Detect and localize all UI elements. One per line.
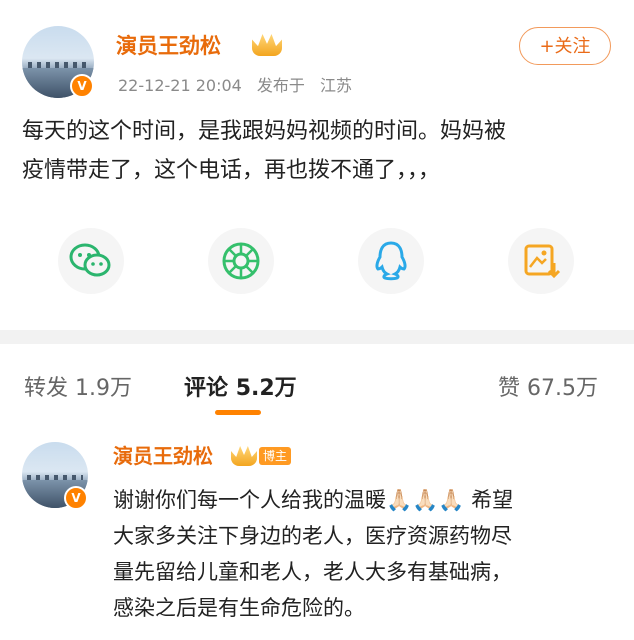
post-location: 江苏: [320, 76, 353, 95]
tab-repost-label: 转发: [24, 376, 69, 401]
comment-text-line: 感染之后是有生命危险的。: [113, 596, 365, 620]
post-text: 每天的这个时间，是我跟妈妈视频的时间。妈妈被 疫情带走了，这个电话，再也拨不通了…: [22, 112, 622, 190]
tab-comment[interactable]: 评论 5.2万: [184, 370, 297, 402]
verified-badge: V: [70, 74, 94, 98]
tab-repost[interactable]: 转发 1.9万: [24, 370, 132, 402]
comment-text: 谢谢你们每一个人给我的温暖🙏🏻🙏🏻🙏🏻 希望 大家多关注下身边的老人，医疗资源药…: [113, 482, 628, 626]
comment-text-line: 谢谢你们每一个人给我的温暖🙏🏻🙏🏻🙏🏻 希望: [113, 488, 514, 512]
follow-button[interactable]: +关注: [519, 27, 611, 65]
tab-comment-count: 5.2万: [235, 376, 297, 401]
verified-badge: V: [64, 486, 88, 510]
share-moments-button[interactable]: [208, 228, 274, 294]
tab-like-label: 赞: [498, 376, 521, 401]
post-text-line: 每天的这个时间，是我跟妈妈视频的时间。妈妈被: [22, 119, 507, 144]
author-name[interactable]: 演员王劲松: [116, 30, 221, 60]
save-image-icon: [524, 244, 561, 279]
share-wechat-button[interactable]: [58, 228, 124, 294]
commenter-name[interactable]: 演员王劲松: [113, 440, 213, 469]
comment-item: V 演员王劲松 博主 谢谢你们每一个人给我的温暖🙏🏻🙏🏻🙏🏻 希望 大家多关注下…: [0, 426, 634, 640]
tab-comment-label: 评论: [184, 376, 229, 401]
post-date: 22-12-21 20:04: [118, 76, 242, 95]
section-divider: [0, 330, 634, 344]
vip-crown-icon: [231, 446, 257, 466]
qq-icon: [375, 241, 407, 281]
weibo-post: V 演员王劲松 22-12-21 20:04 发布于 江苏 +关注 每天的这个时…: [0, 0, 634, 330]
post-text-line: 疫情带走了，这个电话，再也拨不通了，，，: [22, 158, 441, 183]
tab-like[interactable]: 赞 67.5万: [498, 370, 598, 402]
tab-like-count: 67.5万: [527, 376, 599, 401]
active-tab-indicator: [215, 410, 261, 415]
wechat-icon: [69, 243, 111, 277]
vip-crown-icon: [252, 34, 282, 56]
post-location-prefix: 发布于: [256, 76, 305, 95]
moments-icon: [222, 242, 260, 280]
post-meta: 22-12-21 20:04 发布于 江苏: [118, 72, 362, 96]
comment-text-line: 量先留给儿童和老人，老人大多有基础病，: [113, 560, 512, 584]
tab-repost-count: 1.9万: [75, 376, 133, 401]
comment-text-line: 大家多关注下身边的老人，医疗资源药物尽: [113, 524, 512, 548]
interaction-tabs: 转发 1.9万 评论 5.2万 赞 67.5万: [0, 344, 634, 426]
save-image-button[interactable]: [508, 228, 574, 294]
blogger-tag: 博主: [259, 447, 292, 465]
share-row: [0, 228, 634, 298]
share-qq-button[interactable]: [358, 228, 424, 294]
